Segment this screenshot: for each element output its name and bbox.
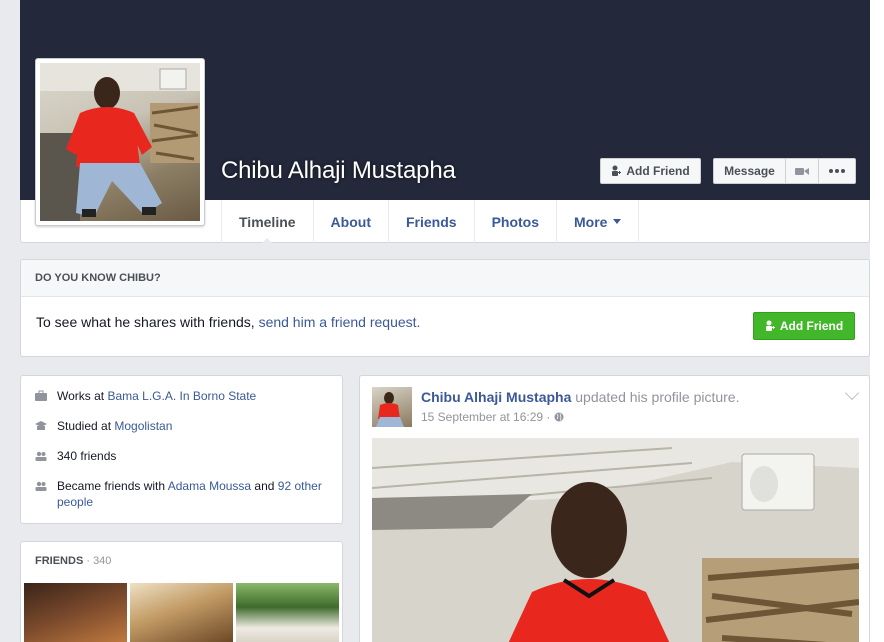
briefcase-icon <box>35 390 47 401</box>
do-you-know-heading: DO YOU KNOW CHIBU? <box>21 260 869 297</box>
add-friend-icon <box>765 320 775 331</box>
friends-count-text: 340 friends <box>57 449 117 463</box>
more-options-button[interactable] <box>819 159 855 183</box>
friends-heading-link[interactable]: FRIENDS <box>35 555 83 567</box>
add-friend-green-button[interactable]: Add Friend <box>753 312 855 340</box>
friends-heading: FRIENDS · 340 <box>21 542 342 580</box>
video-call-button[interactable] <box>786 159 819 183</box>
video-camera-icon <box>795 167 809 175</box>
post-header: Chibu Alhaji Mustapha updated his profil… <box>421 389 739 405</box>
left-gutter <box>0 0 20 642</box>
friend-thumbnail[interactable] <box>236 583 339 642</box>
post-photo-illustration <box>372 438 859 642</box>
became-and: and <box>251 479 278 493</box>
friend-thumbnails <box>24 583 339 642</box>
add-friend-icon <box>612 165 622 176</box>
post-action-text: updated his profile picture. <box>571 389 740 405</box>
profile-name: Chibu Alhaji Mustapha <box>221 157 456 184</box>
school-icon <box>35 421 47 430</box>
do-you-know-body: To see what he shares with friends, send… <box>21 297 869 347</box>
post-time-link[interactable]: 15 September at 16:29 · <box>421 410 554 424</box>
study-prefix: Studied at <box>57 419 115 433</box>
message-button-group: Message <box>713 158 856 184</box>
tab-friends[interactable]: Friends <box>389 200 475 243</box>
add-friend-label: Add Friend <box>626 164 690 178</box>
friends-icon <box>35 451 47 461</box>
profile-photo-illustration <box>40 63 200 221</box>
tab-timeline[interactable]: Timeline <box>222 200 314 244</box>
work-link[interactable]: Bama L.G.A. In Borno State <box>107 389 256 403</box>
tab-more-label: More <box>574 213 608 230</box>
post-timestamp: 15 September at 16:29 · <box>421 410 564 424</box>
send-friend-request-link[interactable]: send him a friend request. <box>259 314 421 330</box>
right-edge <box>870 0 884 642</box>
intro-work: Works at Bama L.G.A. In Borno State <box>35 388 328 404</box>
post-options-chevron-icon[interactable] <box>844 385 860 401</box>
friend-thumbnail[interactable] <box>130 583 233 642</box>
post-author-link[interactable]: Chibu Alhaji Mustapha <box>421 389 571 405</box>
friends-heading-sep: · <box>83 555 94 567</box>
intro-study: Studied at Mogolistan <box>35 418 328 434</box>
intro-became-friends: Became friends with Adama Moussa and 92 … <box>35 478 328 510</box>
post-photo[interactable] <box>372 438 859 642</box>
message-button[interactable]: Message <box>714 159 786 183</box>
post-author-avatar[interactable] <box>372 387 412 427</box>
intro-friends-count: 340 friends <box>35 448 328 464</box>
friends-icon <box>35 481 47 491</box>
tab-about[interactable]: About <box>314 200 389 243</box>
work-prefix: Works at <box>57 389 108 403</box>
friends-heading-count: 340 <box>93 555 112 567</box>
friend-thumbnail[interactable] <box>24 583 127 642</box>
caret-down-icon <box>613 219 622 224</box>
avatar-illustration <box>376 392 404 427</box>
more-dots-icon <box>829 169 845 173</box>
became-prefix: Became friends with <box>57 479 168 493</box>
intro-card: Works at Bama L.G.A. In Borno State Stud… <box>20 375 343 524</box>
tab-photos[interactable]: Photos <box>475 200 558 243</box>
do-you-know-text: To see what he shares with friends, <box>36 314 259 330</box>
profile-tabs: Timeline About Friends Photos More <box>221 200 640 244</box>
became-friend-link[interactable]: Adama Moussa <box>168 479 251 493</box>
timeline-post: Chibu Alhaji Mustapha updated his profil… <box>359 375 870 642</box>
add-friend-button[interactable]: Add Friend <box>600 158 701 184</box>
tab-more[interactable]: More <box>557 200 640 243</box>
study-link[interactable]: Mogolistan <box>114 419 172 433</box>
globe-icon <box>554 412 564 422</box>
add-friend-green-label: Add Friend <box>779 319 844 333</box>
profile-picture[interactable] <box>35 58 205 226</box>
do-you-know-card: DO YOU KNOW CHIBU? To see what he shares… <box>20 259 870 357</box>
profile-photo-image <box>40 63 200 221</box>
friends-card: FRIENDS · 340 <box>20 541 343 642</box>
